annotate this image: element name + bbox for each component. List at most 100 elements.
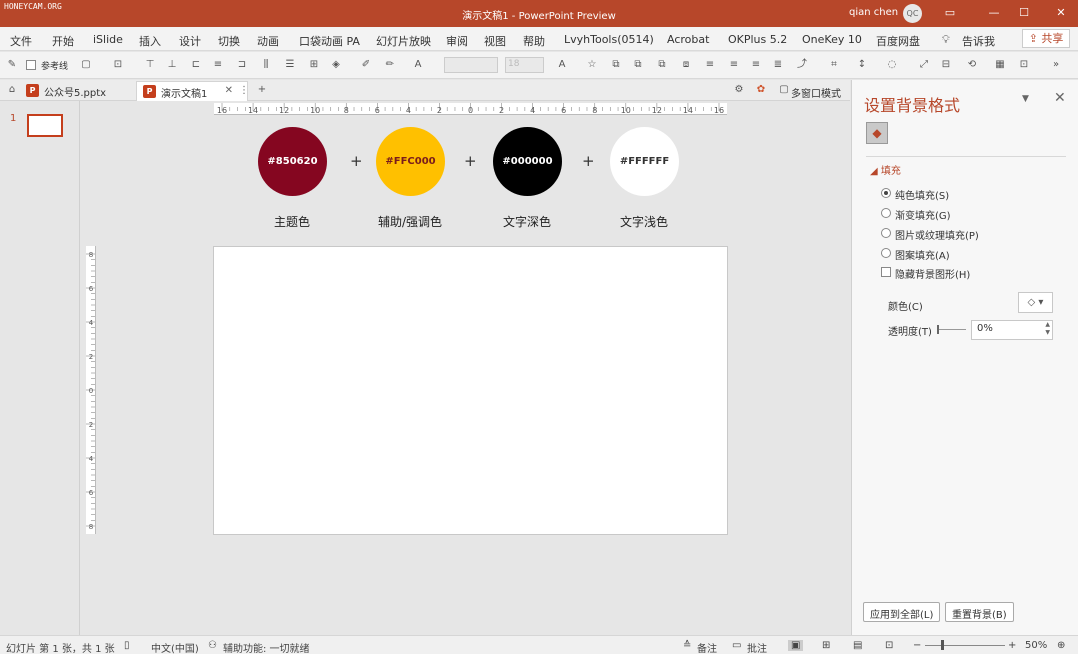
tab-menu-icon[interactable]: ⋮ [239, 85, 249, 96]
radio-button[interactable] [881, 248, 891, 258]
reset-background-button[interactable]: 重置背景(B) [945, 602, 1014, 622]
radio-pattern-fill[interactable]: 图案填充(A) [881, 247, 950, 262]
radio-button[interactable] [881, 228, 891, 238]
text-direction-icon[interactable]: ⤴ [796, 59, 808, 71]
notes-icon[interactable]: ≙ [683, 640, 691, 651]
color-swatch[interactable]: #FFFFFF [610, 127, 679, 196]
slide-canvas[interactable] [213, 246, 728, 535]
selection-pane-icon[interactable]: ▦ [994, 59, 1006, 71]
align-bottom-icon[interactable]: ⊥ [166, 59, 178, 71]
crop-icon[interactable]: ⌗ [828, 59, 840, 71]
text-align-left-icon[interactable]: ≡ [704, 59, 716, 71]
radio-button[interactable] [881, 188, 891, 198]
align-center-icon[interactable]: ≡ [212, 59, 224, 71]
home-icon[interactable]: ⌂ [6, 84, 18, 96]
menu-onekey[interactable]: OneKey 10 [802, 33, 862, 46]
menu-lvyhtools[interactable]: LvyhTools(0514) [564, 33, 654, 46]
slider-handle[interactable] [937, 325, 939, 334]
spinner-arrows-icon[interactable]: ▲ ▼ [1045, 321, 1050, 337]
reading-view-icon[interactable]: ▤ [853, 640, 862, 651]
user-name[interactable]: qian chen [849, 7, 898, 18]
send-backward-icon[interactable]: ⧉ [632, 59, 644, 71]
avatar[interactable]: QC [903, 4, 922, 23]
fill-section-header[interactable]: ◢ 填充 [870, 162, 901, 177]
distribute-v-icon[interactable]: ☰ [284, 59, 296, 71]
font-size-combo[interactable]: 18 [505, 57, 544, 73]
text-align-right-icon[interactable]: ≡ [750, 59, 762, 71]
tell-me-search[interactable]: 告诉我 [962, 33, 995, 49]
menu-animations[interactable]: 动画 [257, 33, 279, 49]
comments-icon[interactable]: ▭ [732, 640, 741, 651]
fit-slide-icon[interactable]: ⊕ [1057, 640, 1065, 651]
menu-pocket-animation[interactable]: 口袋动画 PA [299, 33, 360, 49]
gear-icon[interactable]: ✿ [755, 84, 767, 96]
outline-color-icon[interactable]: ✏ [384, 59, 396, 71]
format-painter-icon[interactable]: ✎ [6, 59, 18, 71]
ribbon-display-icon[interactable]: ▭ [935, 0, 965, 27]
zoom-slider[interactable] [925, 645, 1005, 646]
minimize-icon[interactable]: — [979, 0, 1009, 27]
color-swatch[interactable]: #850620 [258, 127, 327, 196]
line-spacing-icon[interactable]: ↕ [856, 59, 868, 71]
fill-color-icon[interactable]: ◈ [330, 59, 342, 71]
menu-design[interactable]: 设计 [179, 33, 201, 49]
menu-insert[interactable]: 插入 [139, 33, 161, 49]
close-icon[interactable]: ✕ [1054, 90, 1066, 106]
slide-thumbnail[interactable] [27, 114, 63, 137]
fill-bucket-icon[interactable]: ◆ [866, 122, 888, 144]
close-tab-icon[interactable]: ✕ [225, 85, 233, 96]
slide-sorter-icon[interactable]: ⊞ [822, 640, 830, 651]
vertical-ruler[interactable]: 8 6 4 2 0 2 4 6 8 [86, 246, 96, 534]
slideshow-icon[interactable]: ⊡ [885, 640, 893, 651]
new-tab-icon[interactable]: + [256, 84, 268, 96]
resize-icon[interactable]: ⤢ [918, 59, 930, 71]
distribute-h-icon[interactable]: ⫼ [260, 59, 272, 71]
text-align-center-icon[interactable]: ≡ [728, 59, 740, 71]
checkbox[interactable] [881, 267, 891, 277]
language[interactable]: 中文(中国) [151, 640, 199, 654]
guide-checkbox[interactable] [26, 60, 36, 70]
more-icon[interactable]: » [1050, 59, 1062, 71]
menu-transitions[interactable]: 切换 [218, 33, 240, 49]
radio-picture-fill[interactable]: 图片或纹理填充(P) [881, 227, 979, 242]
zoom-level[interactable]: 50% [1025, 640, 1047, 651]
menu-review[interactable]: 审阅 [446, 33, 468, 49]
char-spacing-icon[interactable]: A [412, 59, 424, 71]
font-color-icon[interactable]: A [556, 59, 568, 71]
menu-acrobat[interactable]: Acrobat [667, 33, 709, 46]
close-icon[interactable]: ✕ [1046, 0, 1076, 27]
menu-view[interactable]: 视图 [484, 33, 506, 49]
accessibility-icon[interactable]: ⚇ [208, 640, 217, 651]
zoom-out-icon[interactable]: − [913, 640, 921, 651]
maximize-icon[interactable]: ☐ [1009, 0, 1039, 27]
copy-shape-icon[interactable]: ⧉ [656, 59, 668, 71]
normal-view-icon[interactable]: ▣ [788, 640, 804, 651]
color-swatch[interactable]: #FFC000 [376, 127, 445, 196]
radio-button[interactable] [881, 208, 891, 218]
bring-forward-icon[interactable]: ⧉ [610, 59, 622, 71]
menu-file[interactable]: 文件 [10, 33, 32, 49]
menu-baidu-netdisk[interactable]: 百度网盘 [876, 33, 920, 49]
spellcheck-icon[interactable]: ▯ [124, 640, 130, 651]
menu-islide[interactable]: iSlide [93, 33, 123, 46]
menu-home[interactable]: 开始 [52, 33, 74, 49]
accessibility-status[interactable]: 辅助功能: 一切就绪 [223, 640, 310, 654]
color-picker-button[interactable]: ◇ ▾ [1018, 292, 1053, 313]
star-icon[interactable]: ☆ [586, 59, 598, 71]
multiwindow-icon[interactable]: ▢ [778, 84, 790, 96]
group-icon[interactable]: ⊞ [308, 59, 320, 71]
tab-presentation1[interactable]: P 演示文稿1 ✕ ⋮ [136, 81, 249, 101]
radio-solid-fill[interactable]: 纯色填充(S) [881, 187, 949, 202]
share-button[interactable]: ⇪ 共享 [1022, 29, 1070, 48]
chevron-down-icon[interactable]: ▼ [1022, 94, 1029, 104]
color-swatch[interactable]: #000000 [493, 127, 562, 196]
font-name-combo[interactable] [444, 57, 498, 73]
shape-select-icon[interactable]: ▢ [80, 59, 92, 71]
size-icon[interactable]: ⊡ [1018, 59, 1030, 71]
zoom-handle[interactable] [941, 640, 944, 650]
tab-gzh5[interactable]: P 公众号5.pptx [20, 81, 134, 101]
pen-icon[interactable]: ✐ [360, 59, 372, 71]
align-left-icon[interactable]: ⊏ [190, 59, 202, 71]
zoom-in-icon[interactable]: + [1008, 640, 1016, 651]
rotate-icon[interactable]: ⟲ [966, 59, 978, 71]
